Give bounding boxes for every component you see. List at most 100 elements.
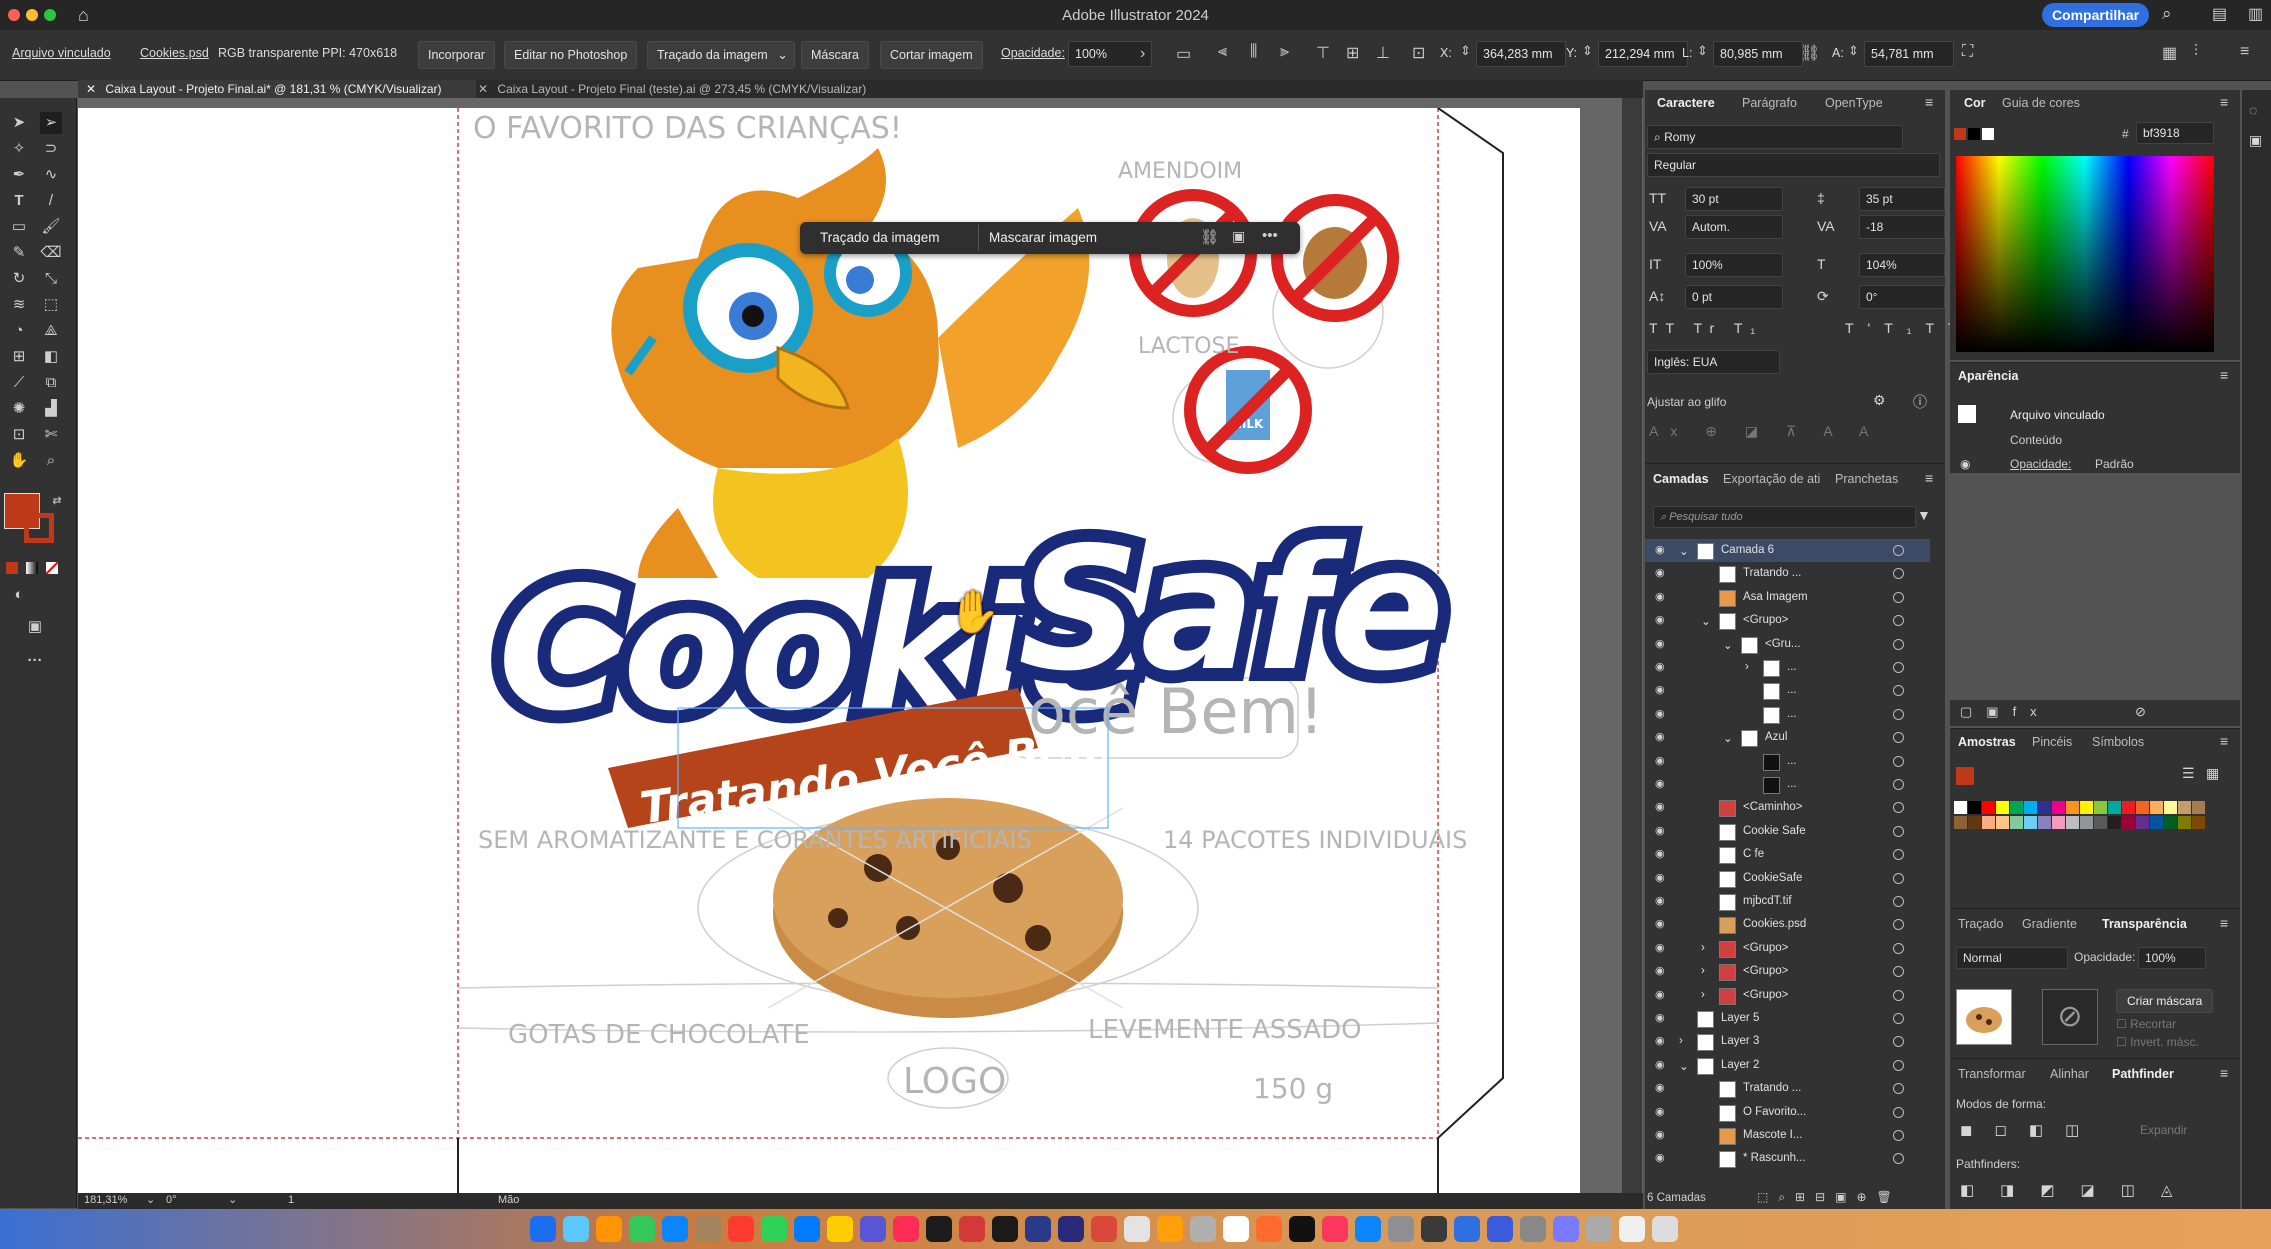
pen-tool-icon[interactable]: ✒	[8, 164, 30, 186]
target-circle-icon[interactable]	[1893, 1059, 1904, 1071]
color-swatch[interactable]	[2150, 816, 2163, 829]
target-circle-icon[interactable]	[1893, 662, 1904, 673]
paintbrush-icon[interactable]: 🖌	[40, 216, 62, 238]
properties-icon[interactable]: ◌	[2249, 102, 2257, 118]
color-swatch[interactable]	[2024, 801, 2037, 814]
invert-mask-checkbox[interactable]: ☐ Invert. másc.	[2116, 1035, 2199, 1049]
align-right-icon[interactable]: ⫸	[1280, 43, 1289, 61]
chevron-down-icon[interactable]: ⌄	[1679, 544, 1689, 558]
x-stepper-icon[interactable]: ⇕	[1460, 43, 1471, 59]
layer-row[interactable]: ◉ › <Grupo>	[1645, 984, 1930, 1007]
color-swatch[interactable]	[2150, 801, 2163, 814]
context-trace-button[interactable]: Traçado da imagem	[810, 225, 950, 251]
link-proportions-icon[interactable]: ⛓	[1800, 43, 1820, 63]
panel-menu-icon[interactable]: ≡	[2220, 367, 2228, 383]
visibility-eye-icon[interactable]: ◉	[1655, 800, 1665, 813]
color-swatch[interactable]	[2164, 816, 2177, 829]
target-circle-icon[interactable]	[1893, 942, 1904, 954]
layer-row[interactable]: ◉ * Rascunh...	[1645, 1147, 1930, 1170]
target-circle-icon[interactable]	[1893, 966, 1904, 978]
zoom-level[interactable]: 181,31%	[84, 1194, 127, 1206]
layer-row[interactable]: ◉ mjbcdT.tif	[1645, 890, 1930, 913]
artboard[interactable]: MILK Cookie Safe Tratando Você Bem! O FA…	[78, 108, 1580, 1193]
case-style-icons[interactable]: TT Tr T₁	[1649, 320, 1763, 336]
visibility-eye-icon[interactable]: ◉	[1655, 1105, 1665, 1118]
target-circle-icon[interactable]	[1893, 1106, 1904, 1118]
layer-row[interactable]: ◉ Asa Imagem	[1645, 586, 1930, 609]
font-family-select[interactable]: ⌕ Romy	[1647, 125, 1903, 149]
dock-app-icon[interactable]	[1124, 1216, 1150, 1242]
chevron-right-icon[interactable]: ›	[1140, 45, 1145, 63]
dock-app-icon[interactable]	[794, 1216, 820, 1242]
visibility-eye-icon[interactable]: ◉	[1655, 613, 1665, 626]
no-entry-icon[interactable]: ⊘	[2135, 704, 2146, 720]
tracking-input[interactable]: -18	[1859, 215, 1945, 239]
color-swatch[interactable]	[2094, 816, 2107, 829]
color-swatch[interactable]	[2108, 816, 2121, 829]
close-icon[interactable]: ✕	[86, 82, 96, 96]
dock-app-icon[interactable]	[1256, 1216, 1282, 1242]
list-view-icon[interactable]: ☰	[2182, 765, 2195, 782]
slice-tool-icon[interactable]: ✄	[40, 424, 62, 446]
tab-camadas[interactable]: Camadas	[1653, 472, 1709, 486]
dock-app-icon[interactable]	[530, 1216, 556, 1242]
layer-row[interactable]: ◉...	[1645, 773, 1930, 796]
target-circle-icon[interactable]	[1893, 1036, 1904, 1048]
visibility-eye-icon[interactable]: ◉	[1655, 941, 1665, 954]
hex-input[interactable]: bf3918	[2136, 122, 2214, 144]
free-transform-icon[interactable]: ⬚	[40, 294, 62, 316]
color-swatch[interactable]	[2136, 816, 2149, 829]
graph-tool-icon[interactable]: ▟	[40, 398, 62, 420]
rectangle-tool-icon[interactable]: ▭	[8, 216, 30, 238]
visibility-eye-icon[interactable]: ◉	[1655, 917, 1665, 930]
expand-button[interactable]: Expandir	[2140, 1123, 2187, 1137]
layer-row[interactable]: ◉ ⌄ Azul	[1645, 726, 1930, 749]
dock-app-icon[interactable]	[1652, 1216, 1678, 1242]
color-swatch[interactable]	[1968, 801, 1981, 814]
layer-row[interactable]: ◉ Tratando ...	[1645, 562, 1930, 585]
visibility-eye-icon[interactable]: ◉	[1655, 707, 1665, 720]
tab-transparencia[interactable]: Transparência	[2102, 917, 2187, 931]
blend-mode-select[interactable]: Normal	[1956, 947, 2068, 969]
visibility-eye-icon[interactable]: ◉	[1655, 847, 1665, 860]
zoom-tool-icon[interactable]: ⌕	[40, 450, 62, 472]
dock-app-icon[interactable]	[1157, 1216, 1183, 1242]
dock-app-icon[interactable]	[1388, 1216, 1414, 1242]
color-swatch[interactable]	[2192, 816, 2205, 829]
dock-app-icon[interactable]	[827, 1216, 853, 1242]
tab-pathfinder[interactable]: Pathfinder	[2112, 1067, 2174, 1081]
crop-image-button[interactable]: Cortar imagem	[880, 41, 983, 69]
shaper-tool-icon[interactable]: ✎	[8, 242, 30, 264]
color-swatch[interactable]	[2094, 801, 2107, 814]
gradient-tool-icon[interactable]: ◧	[40, 346, 62, 368]
color-swatch[interactable]	[2024, 816, 2037, 829]
chevron-down-icon[interactable]: ⌄	[1723, 731, 1733, 745]
target-circle-icon[interactable]	[1893, 872, 1904, 884]
color-swatch[interactable]	[2080, 816, 2093, 829]
warp-tool-icon[interactable]: ≋	[8, 294, 30, 316]
layer-row[interactable]: ◉ Cookies.psd	[1645, 913, 1930, 936]
align-vcenter-icon[interactable]: ⊞	[1346, 43, 1359, 63]
visibility-eye-icon[interactable]: ◉	[1655, 1128, 1665, 1141]
reference-point-icon[interactable]: ⊡	[1412, 43, 1425, 63]
color-swatch[interactable]	[2122, 801, 2135, 814]
dock-app-icon[interactable]	[1619, 1216, 1645, 1242]
tab-paragrafo[interactable]: Parágrafo	[1742, 96, 1797, 110]
color-swatch[interactable]	[2052, 801, 2065, 814]
mesh-tool-icon[interactable]: ⊞	[8, 346, 30, 368]
layers-search-input[interactable]: ⌕ Pesquisar tudo	[1653, 506, 1916, 528]
color-swatch[interactable]	[2080, 801, 2093, 814]
make-mask-button[interactable]: Criar máscara	[2116, 989, 2214, 1013]
swap-fill-stroke-icon[interactable]: ⇄	[46, 490, 68, 512]
h-input[interactable]: 54,781 mm	[1864, 41, 1954, 67]
target-circle-icon[interactable]	[1893, 1013, 1904, 1024]
visibility-icon[interactable]: ◉	[1960, 457, 1970, 471]
panel-menu-icon[interactable]: ≡	[2220, 915, 2228, 931]
tab-cor[interactable]: Cor	[1964, 96, 1986, 110]
eyedropper-icon[interactable]: ⟋	[8, 372, 30, 394]
visibility-eye-icon[interactable]: ◉	[1655, 871, 1665, 884]
color-swatch[interactable]	[1954, 801, 1967, 814]
dock-app-icon[interactable]	[1025, 1216, 1051, 1242]
align-hcenter-icon[interactable]: ⫼	[1250, 43, 1257, 61]
h-stepper-icon[interactable]: ⇕	[1848, 43, 1859, 59]
